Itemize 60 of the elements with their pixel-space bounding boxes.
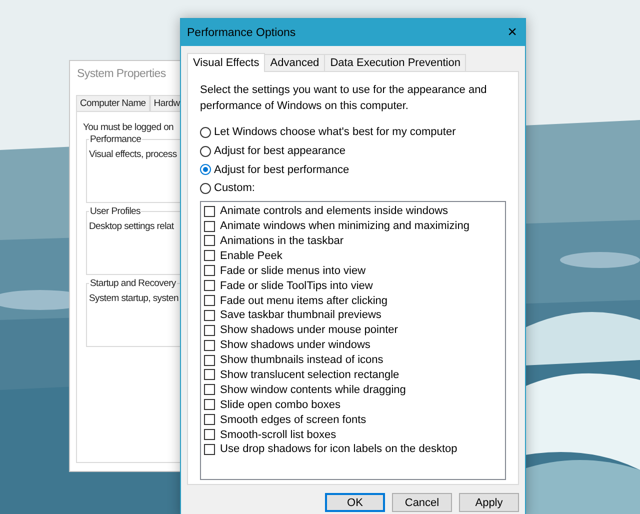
checkbox[interactable] — [204, 235, 215, 246]
checkbox[interactable] — [204, 340, 215, 351]
radio-option[interactable]: Adjust for best performance — [200, 160, 506, 180]
checkbox[interactable] — [204, 324, 215, 336]
checkbox[interactable] — [204, 265, 215, 276]
checkbox-option[interactable]: Show thumbnails instead of icons — [204, 352, 505, 368]
checkbox-option[interactable]: Fade or slide ToolTips into view — [204, 278, 505, 294]
radio-button[interactable] — [200, 126, 211, 138]
group-title: User Profiles — [89, 206, 142, 217]
dialog-button[interactable]: Cancel — [392, 493, 452, 512]
window-title: Performance Options — [187, 26, 296, 38]
checkbox[interactable] — [204, 444, 215, 455]
window-title: System Properties — [76, 67, 167, 82]
group-text: System startup, systen — [89, 293, 180, 304]
checkbox[interactable] — [204, 354, 215, 366]
checkbox[interactable] — [204, 369, 215, 380]
checkbox-option[interactable]: Use drop shadows for icon labels on the desktop — [204, 442, 505, 457]
radio-option[interactable]: Adjust for best appearance — [200, 142, 506, 160]
checkbox[interactable] — [204, 220, 215, 232]
checkbox[interactable] — [204, 414, 215, 426]
checkbox-option[interactable]: Fade or slide menus into view — [204, 263, 505, 278]
checkbox[interactable] — [204, 280, 215, 292]
checkbox-option[interactable]: Show shadows under windows — [204, 338, 505, 353]
checkbox[interactable] — [204, 384, 215, 396]
checkbox[interactable] — [204, 310, 215, 321]
checkbox-option[interactable]: Fade out menu items after clicking — [204, 293, 505, 308]
checkbox-option[interactable]: Animations in the taskbar — [204, 234, 505, 248]
checkbox[interactable] — [204, 295, 215, 306]
checkbox-option[interactable]: Slide open combo boxes — [204, 397, 505, 412]
checkbox-option[interactable]: Save taskbar thumbnail previews — [204, 308, 505, 323]
checkbox-option[interactable]: Smooth-scroll list boxes — [204, 427, 505, 442]
close-button[interactable]: × — [508, 24, 517, 42]
tab[interactable]: Visual Effects — [187, 53, 266, 72]
tab[interactable]: Data Execution Prevention — [324, 54, 466, 71]
group-text: Visual effects, process — [89, 149, 178, 160]
notice-text: You must be logged on — [83, 122, 175, 133]
radio-button[interactable] — [200, 182, 211, 194]
radio-button[interactable] — [200, 146, 211, 157]
checkbox-option[interactable]: Show shadows under mouse pointer — [204, 322, 505, 338]
group-text: Desktop settings relat — [89, 221, 175, 232]
checkbox[interactable] — [204, 206, 215, 217]
checkbox-option[interactable]: Enable Peek — [204, 248, 505, 264]
checkbox-option[interactable]: Animate windows when minimizing and maximizing — [204, 218, 505, 234]
checkbox-option[interactable]: Smooth edges of screen fonts — [204, 412, 505, 428]
radio-button[interactable] — [200, 164, 211, 176]
checkbox[interactable] — [204, 399, 215, 410]
group-title: Startup and Recovery — [89, 278, 177, 289]
checkbox-option[interactable]: Animate controls and elements inside windows — [204, 204, 505, 219]
checkbox[interactable] — [204, 250, 215, 262]
tab[interactable]: Hardw — [150, 95, 180, 111]
tab[interactable]: Computer Name — [76, 95, 150, 111]
radio-option[interactable]: Let Windows choose what's best for my computer — [200, 123, 506, 142]
radio-option[interactable]: Custom: — [200, 179, 506, 198]
checkbox-option[interactable]: Show translucent selection rectangle — [204, 368, 505, 382]
instruction-text: Select the settings you want to use for the appearance and performance of Windows on this computer. — [200, 83, 488, 114]
dialog-button[interactable]: Apply — [459, 493, 519, 512]
checkbox[interactable] — [204, 429, 215, 440]
dialog-button[interactable]: OK — [325, 493, 385, 512]
group-title: Performance — [89, 134, 142, 145]
checkbox-option[interactable]: Show window contents while dragging — [204, 382, 505, 398]
